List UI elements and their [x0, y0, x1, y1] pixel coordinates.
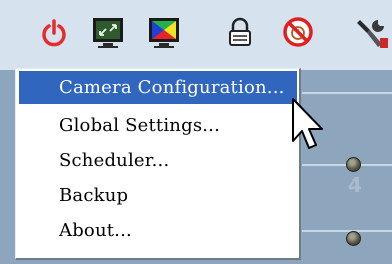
padlock-icon	[229, 17, 251, 46]
monitor-expand-icon	[93, 18, 123, 48]
lock-button[interactable]	[222, 14, 258, 52]
monitor-layout-button[interactable]	[90, 14, 126, 52]
status-dot	[346, 231, 361, 246]
menu-item-about[interactable]: About...	[19, 214, 297, 247]
status-dot	[346, 157, 361, 172]
camera-number: 4	[348, 173, 362, 197]
monitor-color-button[interactable]	[146, 14, 182, 52]
menu-item-scheduler[interactable]: Scheduler...	[19, 144, 297, 177]
monitor-color-icon	[149, 18, 179, 48]
menu-item-global-settings[interactable]: Global Settings...	[19, 109, 297, 142]
tools-icon	[357, 20, 388, 48]
power-icon	[42, 19, 66, 47]
menu-item-camera-configuration[interactable]: Camera Configuration...	[19, 71, 297, 104]
panel-divider	[302, 230, 392, 232]
mouse-cursor	[292, 98, 323, 149]
panel-divider	[302, 92, 392, 94]
power-button[interactable]	[36, 14, 72, 52]
prohibited-clock-icon	[283, 17, 313, 47]
tools-button[interactable]	[354, 14, 390, 52]
toolbar	[0, 0, 392, 70]
menu-item-backup[interactable]: Backup	[19, 179, 297, 212]
dropdown-menu: Camera Configuration... Global Settings.…	[15, 68, 301, 260]
no-schedule-button[interactable]	[280, 14, 316, 52]
